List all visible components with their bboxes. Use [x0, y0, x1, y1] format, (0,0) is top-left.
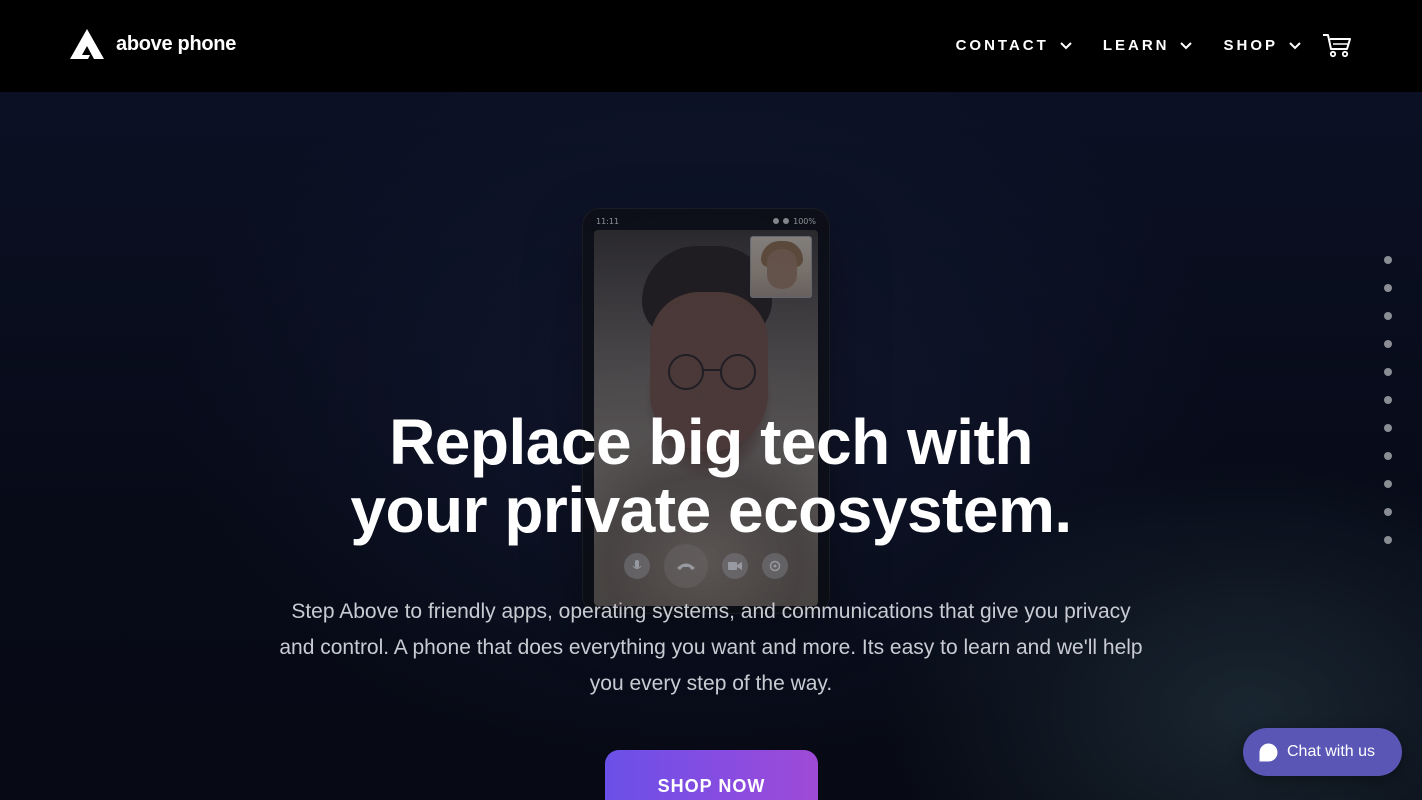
glasses-shape	[668, 354, 756, 390]
nav-shop-label: SHOP	[1223, 36, 1278, 54]
chat-bubble-icon	[1259, 743, 1278, 761]
call-controls	[594, 544, 818, 588]
microphone-icon	[624, 553, 650, 579]
phone-status-time: 11:11	[596, 216, 620, 226]
section-dot[interactable]	[1384, 508, 1392, 516]
main-nav: CONTACT LEARN SHOP	[956, 31, 1352, 59]
hero-headline-line-1: Replace big tech with	[389, 406, 1033, 478]
shop-now-button[interactable]: SHOP NOW	[605, 750, 818, 800]
section-dot[interactable]	[1384, 368, 1392, 376]
signal-icon	[783, 218, 790, 224]
section-dot[interactable]	[1384, 536, 1392, 544]
switch-camera-icon	[762, 553, 788, 579]
hero-headline: Replace big tech with your private ecosy…	[0, 408, 1422, 544]
chat-with-us-button[interactable]: Chat with us	[1243, 728, 1402, 776]
section-dot[interactable]	[1384, 452, 1392, 460]
section-dot[interactable]	[1384, 424, 1392, 432]
section-dot[interactable]	[1384, 396, 1392, 404]
brand-link[interactable]: above phone	[70, 29, 236, 59]
video-camera-icon	[722, 553, 748, 579]
hero-subtext: Step Above to friendly apps, operating s…	[279, 600, 1143, 695]
section-dot[interactable]	[1384, 284, 1392, 292]
chevron-down-icon	[1289, 42, 1301, 50]
nav-contact[interactable]: CONTACT	[956, 37, 1073, 54]
nav-shop[interactable]: SHOP	[1223, 37, 1302, 54]
wifi-icon	[773, 218, 780, 224]
hero-headline-line-2: your private ecosystem.	[350, 474, 1072, 546]
nav-learn-label: LEARN	[1102, 36, 1170, 54]
phone-status-bar: 11:11 100%	[596, 212, 816, 230]
nav-learn[interactable]: LEARN	[1103, 37, 1194, 54]
phone-status-icons: 100%	[773, 217, 816, 226]
chevron-down-icon	[1180, 42, 1193, 50]
section-dot[interactable]	[1384, 340, 1392, 348]
self-view-face	[767, 249, 797, 289]
brand-name: above phone	[116, 32, 237, 55]
shopping-cart-icon[interactable]	[1322, 31, 1352, 59]
self-view-thumbnail	[750, 236, 812, 298]
phone-status-battery: 100%	[793, 216, 816, 226]
page: above phone CONTACT LEARN SHOP 11:11 100…	[0, 0, 1422, 800]
above-phone-logo-icon	[70, 29, 104, 59]
section-dot[interactable]	[1384, 312, 1392, 320]
section-dot[interactable]	[1384, 256, 1392, 264]
site-header: above phone CONTACT LEARN SHOP	[0, 0, 1422, 92]
chat-label: Chat with us	[1287, 743, 1376, 760]
section-navigation-dots	[1384, 256, 1392, 564]
shop-now-label: SHOP NOW	[657, 776, 766, 796]
end-call-icon	[664, 544, 708, 588]
chevron-down-icon	[1060, 42, 1072, 50]
nav-contact-label: CONTACT	[955, 36, 1049, 54]
section-dot[interactable]	[1384, 480, 1392, 488]
